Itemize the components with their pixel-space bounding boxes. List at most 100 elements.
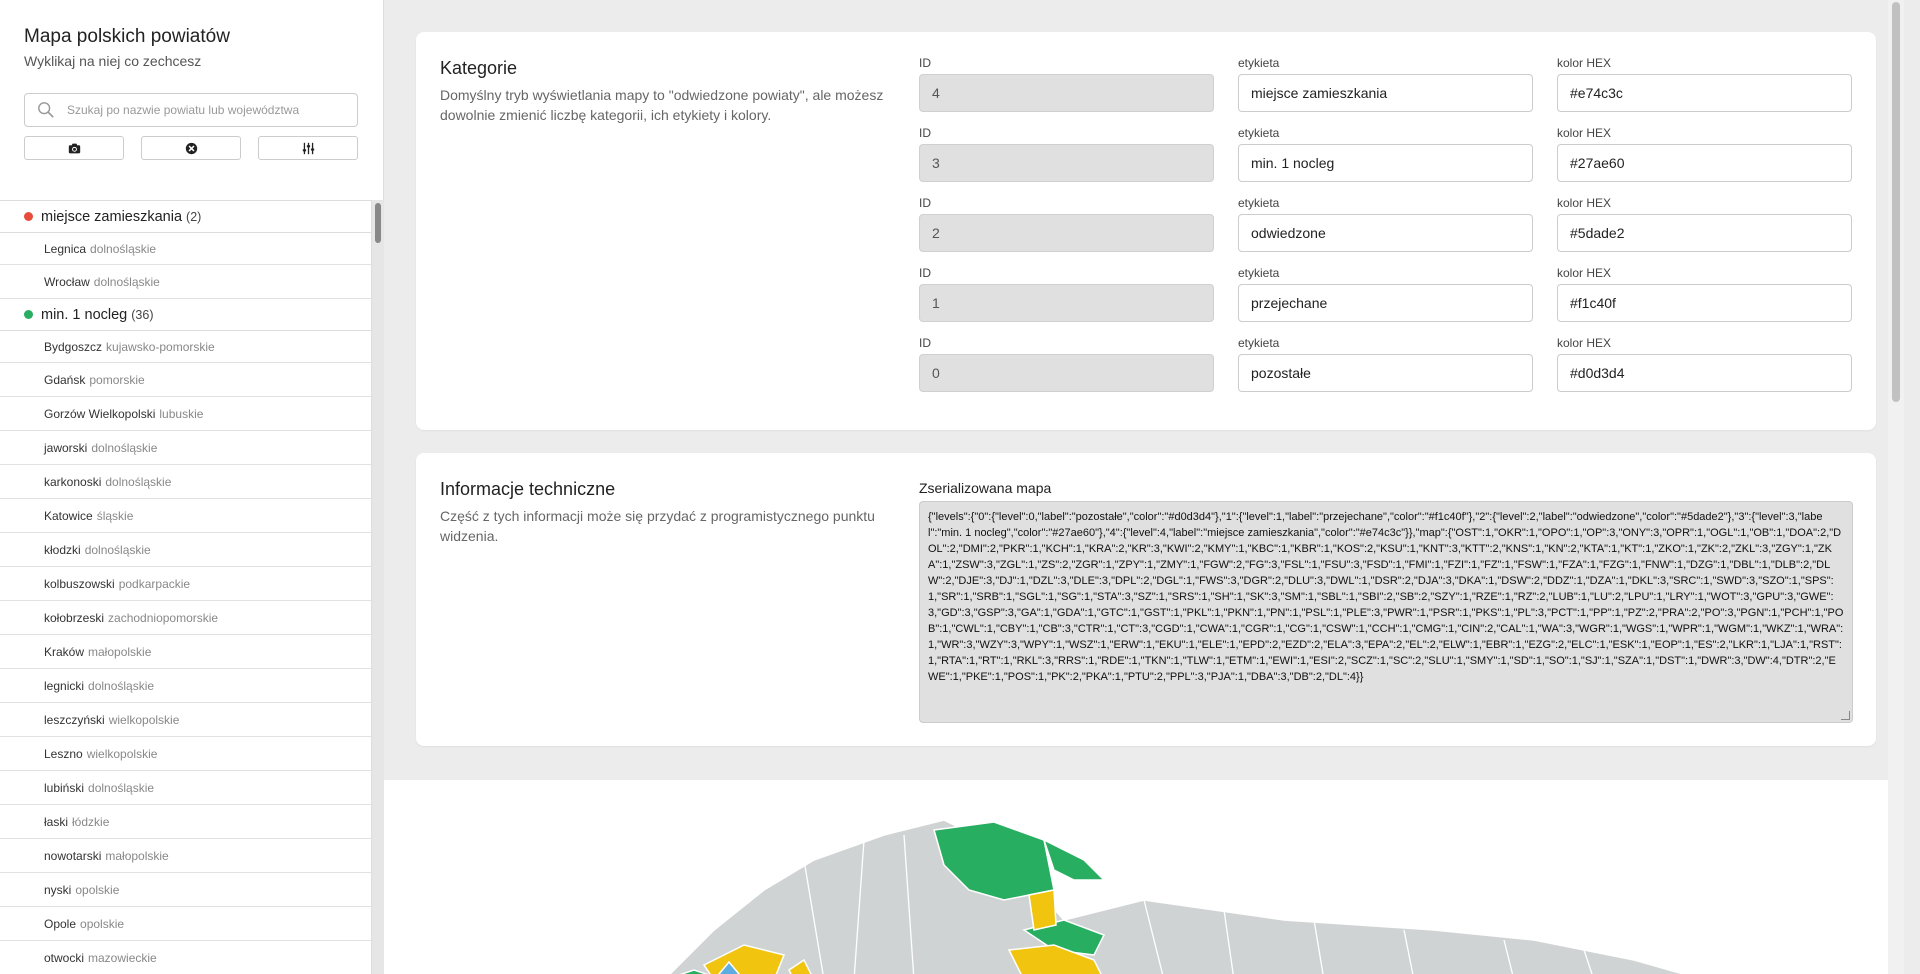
list-item[interactable]: Legnica dolnośląskie: [0, 233, 371, 265]
category-row: ID etykieta kolor HEX: [919, 56, 1852, 112]
color-field: kolor HEX: [1557, 336, 1852, 392]
county-name: Bydgoszcz: [44, 339, 103, 354]
list-item[interactable]: Katowice śląskie: [0, 499, 371, 533]
voivodeship-name: wielkopolskie: [86, 746, 158, 761]
county-name: łaski: [44, 814, 69, 829]
label-input[interactable]: [1238, 144, 1533, 182]
search-input[interactable]: [65, 102, 349, 118]
county-region[interactable]: [1042, 838, 1106, 881]
technical-info-title: Informacje techniczne: [440, 479, 616, 499]
label-input[interactable]: [1238, 354, 1533, 392]
group-label: miejsce zamieszkania: [41, 208, 183, 225]
label-label: etykieta: [1238, 196, 1280, 210]
county-name: Kraków: [44, 644, 85, 659]
label-label: etykieta: [1238, 56, 1280, 70]
county-region[interactable]: [1028, 889, 1057, 931]
search-icon: [38, 102, 54, 118]
county-name: karkonoski: [44, 474, 102, 489]
list-item[interactable]: karkonoski dolnośląskie: [0, 465, 371, 499]
settings-button[interactable]: [258, 136, 358, 160]
list-item[interactable]: nyski opolskie: [0, 873, 371, 907]
voivodeship-name: łódzkie: [72, 814, 110, 829]
county-name: leszczyński: [44, 712, 105, 727]
voivodeship-name: podkarpackie: [118, 576, 191, 591]
county-name: otwocki: [44, 950, 85, 965]
voivodeship-name: zachodniopomorskie: [108, 610, 219, 625]
county-name: legnicki: [44, 678, 85, 693]
county-list: miejsce zamieszkania (2) Legnica dolnoślą…: [0, 200, 371, 974]
voivodeship-name: wielkopolskie: [108, 712, 180, 727]
county-name: Gorzów Wielkopolski: [44, 406, 156, 421]
id-input: [919, 74, 1214, 112]
list-item[interactable]: nowotarski małopolskie: [0, 839, 371, 873]
list-group-header[interactable]: miejsce zamieszkania (2): [0, 201, 371, 233]
color-hex-input[interactable]: [1557, 74, 1852, 112]
list-item[interactable]: Opole opolskie: [0, 907, 371, 941]
serialized-map-textarea[interactable]: {"levels":{"0":{"level":0,"label":"pozos…: [919, 501, 1853, 723]
list-item[interactable]: Leszno wielkopolskie: [0, 737, 371, 771]
color-field: kolor HEX: [1557, 196, 1852, 252]
color-hex-input[interactable]: [1557, 284, 1852, 322]
category-row: ID etykieta kolor HEX: [919, 266, 1852, 322]
list-scrollbar[interactable]: [371, 200, 384, 974]
list-item[interactable]: Bydgoszcz kujawsko-pomorskie: [0, 331, 371, 363]
id-field: ID: [919, 56, 1214, 112]
voivodeship-name: śląskie: [96, 508, 134, 523]
screenshot-button[interactable]: [24, 136, 124, 160]
id-input: [919, 214, 1214, 252]
list-item[interactable]: kołobrzeski zachodniopomorskie: [0, 601, 371, 635]
list-item[interactable]: leszczyński wielkopolskie: [0, 703, 371, 737]
list-item[interactable]: Kraków małopolskie: [0, 635, 371, 669]
list-scrollbar-thumb[interactable]: [375, 203, 381, 243]
group-label: min. 1 nocleg: [41, 306, 128, 323]
technical-info-card: Informacje techniczne Część z tych infor…: [416, 453, 1876, 746]
color-label: kolor HEX: [1557, 56, 1612, 70]
list-item[interactable]: lubiński dolnośląskie: [0, 771, 371, 805]
list-item[interactable]: kolbuszowski podkarpackie: [0, 567, 371, 601]
list-item[interactable]: Gdańsk pomorskie: [0, 363, 371, 397]
county-name: lubiński: [44, 780, 85, 795]
label-input[interactable]: [1238, 74, 1533, 112]
id-field: ID: [919, 126, 1214, 182]
poland-map[interactable]: [384, 780, 1904, 974]
color-hex-input[interactable]: [1557, 144, 1852, 182]
county-region[interactable]: [664, 819, 1704, 974]
categories-title: Kategorie: [440, 58, 518, 78]
label-input[interactable]: [1238, 214, 1533, 252]
id-label: ID: [919, 126, 931, 140]
id-field: ID: [919, 336, 1214, 392]
county-name: nyski: [44, 882, 72, 897]
page-scrollbar-thumb[interactable]: [1892, 2, 1900, 402]
search-box[interactable]: [24, 93, 358, 127]
clear-button[interactable]: [141, 136, 241, 160]
map-panel: [384, 780, 1904, 974]
list-item[interactable]: otwocki mazowieckie: [0, 941, 371, 974]
county-name: Opole: [44, 916, 77, 931]
county-name: Katowice: [44, 508, 93, 523]
sidebar: Mapa polskich powiatów Wyklikaj na niej …: [0, 0, 384, 974]
list-item[interactable]: jaworski dolnośląskie: [0, 431, 371, 465]
resize-handle[interactable]: [1841, 711, 1850, 720]
list-item[interactable]: Wrocław dolnośląskie: [0, 265, 371, 299]
color-field: kolor HEX: [1557, 266, 1852, 322]
toolbar: [24, 136, 359, 160]
list-item[interactable]: łaski łódzkie: [0, 805, 371, 839]
list-item[interactable]: kłodzki dolnośląskie: [0, 533, 371, 567]
id-input: [919, 354, 1214, 392]
list-group-header[interactable]: min. 1 nocleg (36): [0, 299, 371, 331]
color-hex-input[interactable]: [1557, 354, 1852, 392]
county-name: kłodzki: [44, 542, 81, 557]
label-field: etykieta: [1238, 196, 1533, 252]
county-name: Wrocław: [44, 274, 90, 289]
color-hex-input[interactable]: [1557, 214, 1852, 252]
voivodeship-name: opolskie: [80, 916, 125, 931]
list-item[interactable]: legnicki dolnośląskie: [0, 669, 371, 703]
label-input[interactable]: [1238, 284, 1533, 322]
id-label: ID: [919, 336, 931, 350]
voivodeship-name: kujawsko-pomorskie: [106, 339, 215, 354]
voivodeship-name: pomorskie: [89, 372, 145, 387]
list-item[interactable]: Gorzów Wielkopolski lubuskie: [0, 397, 371, 431]
county-name: jaworski: [44, 440, 88, 455]
page-scrollbar[interactable]: [1888, 0, 1904, 974]
voivodeship-name: lubuskie: [159, 406, 204, 421]
